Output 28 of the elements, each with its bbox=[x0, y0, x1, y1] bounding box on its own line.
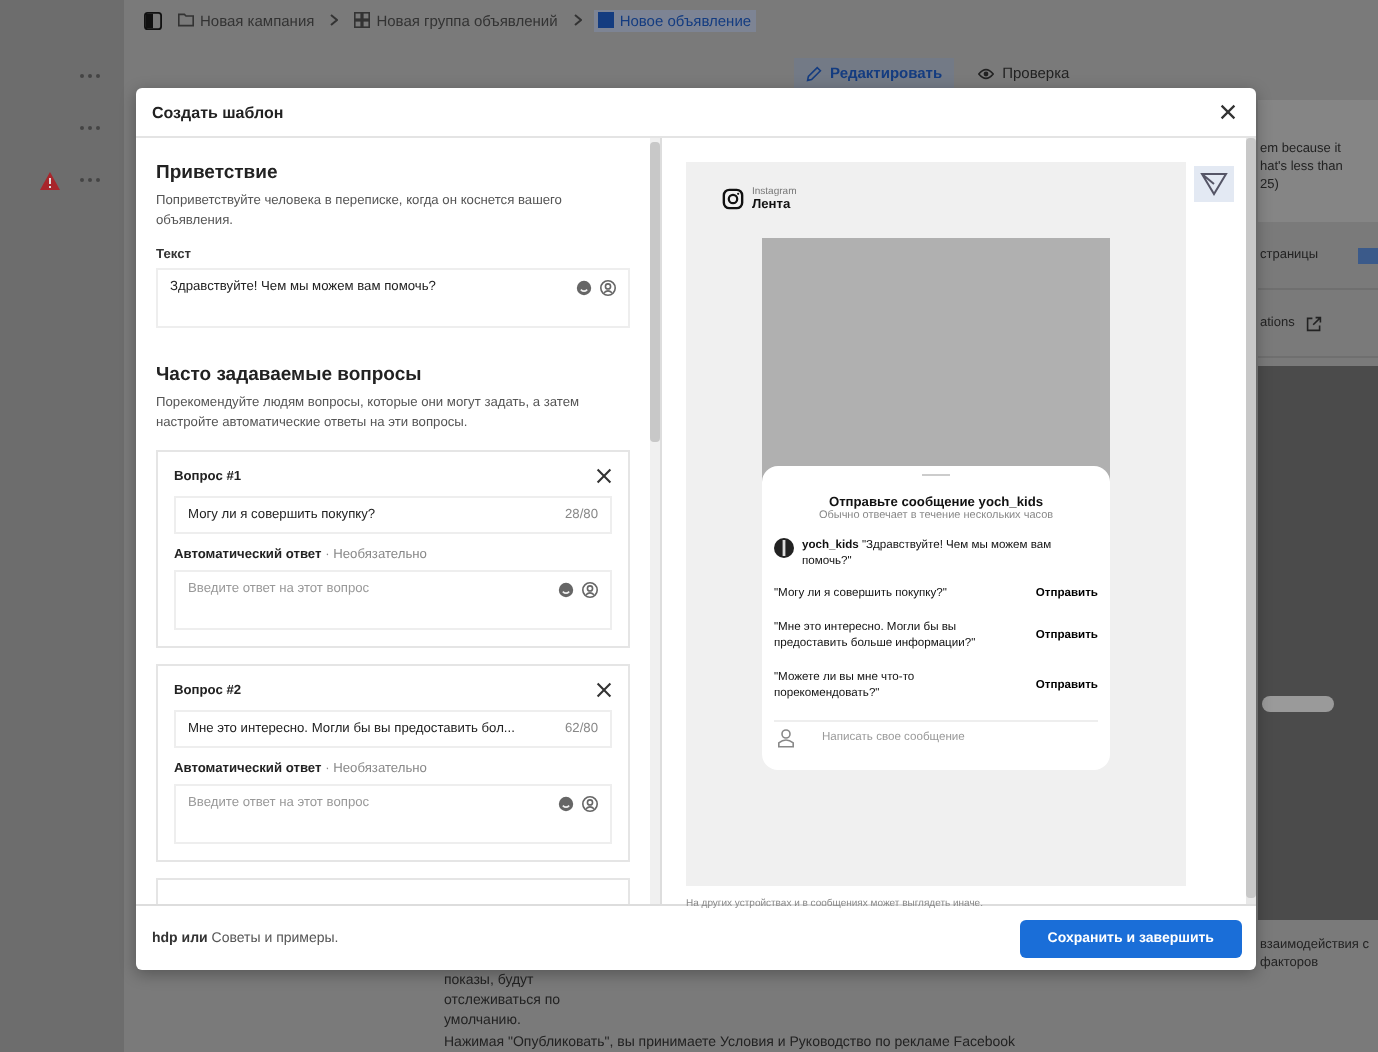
section-heading: Часто задаваемые вопросы bbox=[156, 364, 424, 386]
sidebar-toggle-icon[interactable] bbox=[144, 11, 162, 29]
eye-icon bbox=[978, 65, 995, 81]
person-icon[interactable] bbox=[582, 582, 598, 598]
pencil-icon bbox=[806, 65, 822, 81]
scrollbar[interactable] bbox=[650, 138, 660, 904]
dialog-title: Создать шаблон bbox=[152, 103, 284, 121]
instagram-icon bbox=[722, 188, 744, 210]
emoji-icon[interactable] bbox=[576, 280, 592, 296]
chevron-icon bbox=[573, 14, 582, 26]
section-heading: Приветствие bbox=[156, 162, 280, 184]
folder-icon bbox=[178, 12, 194, 28]
ad-icon bbox=[597, 12, 614, 28]
scrollbar[interactable] bbox=[1246, 138, 1256, 904]
close-icon[interactable] bbox=[596, 468, 612, 484]
person-icon[interactable] bbox=[600, 280, 616, 296]
close-icon[interactable] bbox=[1220, 104, 1236, 120]
chevron-icon bbox=[330, 14, 339, 26]
message-button[interactable] bbox=[1262, 695, 1334, 711]
avatar-icon bbox=[774, 538, 794, 558]
close-icon[interactable] bbox=[596, 682, 612, 698]
external-link-icon[interactable] bbox=[1306, 315, 1323, 331]
person-icon bbox=[778, 728, 794, 748]
emoji-icon[interactable] bbox=[558, 796, 574, 812]
send-icon[interactable] bbox=[1194, 166, 1234, 202]
person-icon[interactable] bbox=[582, 796, 598, 812]
grid-icon bbox=[354, 12, 371, 28]
emoji-icon[interactable] bbox=[558, 582, 574, 598]
